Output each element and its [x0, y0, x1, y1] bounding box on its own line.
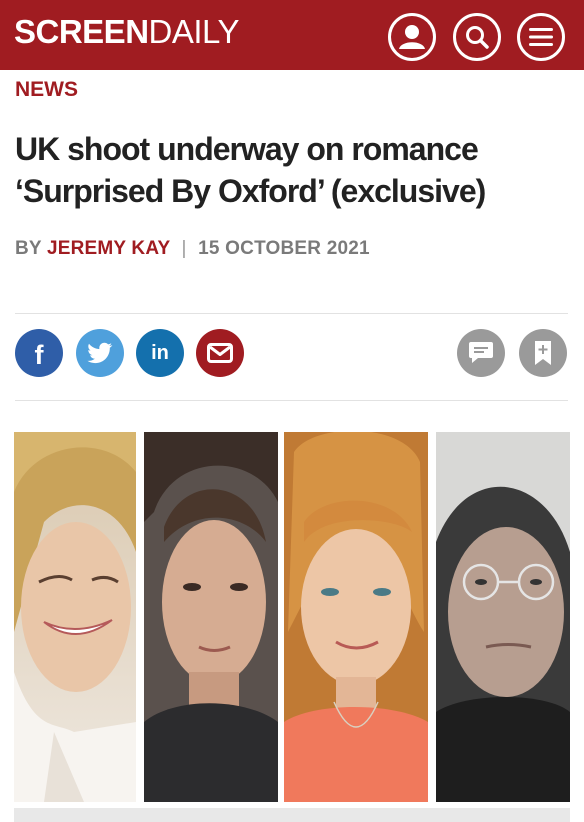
byline-separator: | — [181, 238, 187, 259]
email-icon — [207, 343, 233, 363]
share-linkedin-button[interactable]: in — [136, 329, 184, 377]
user-icon — [391, 16, 433, 58]
site-logo[interactable]: SCREENDAILY — [14, 12, 239, 52]
author-link[interactable]: JEREMY KAY — [47, 238, 170, 259]
byline-prefix: BY — [15, 238, 42, 259]
byline: BY JEREMY KAY | 15 OCTOBER 2021 — [15, 238, 370, 260]
search-icon — [466, 26, 489, 49]
share-facebook-button[interactable]: f — [15, 329, 63, 377]
cast-photo-1 — [14, 432, 136, 802]
bookmark-icon — [535, 341, 551, 365]
share-email-button[interactable] — [196, 329, 244, 377]
logo-light: DAILY — [148, 13, 240, 50]
divider-top — [15, 313, 568, 314]
account-button[interactable] — [388, 13, 436, 61]
section-label[interactable]: NEWS — [15, 78, 78, 102]
facebook-icon: f — [34, 339, 44, 370]
logo-bold: SCREEN — [14, 13, 149, 50]
bookmark-button[interactable] — [519, 329, 567, 377]
cast-photo-3 — [284, 432, 428, 802]
caption-strip — [14, 808, 570, 822]
publish-date: 15 OCTOBER 2021 — [198, 238, 370, 259]
twitter-icon — [87, 342, 113, 364]
article-headline: UK shoot underway on romance ‘Surprised … — [15, 131, 486, 209]
cast-photo-2 — [144, 432, 278, 802]
comment-icon — [469, 342, 493, 363]
linkedin-icon: in — [151, 342, 169, 364]
comments-button[interactable] — [457, 329, 505, 377]
share-twitter-button[interactable] — [76, 329, 124, 377]
cast-photo-4 — [436, 432, 570, 802]
menu-button[interactable] — [517, 13, 565, 61]
search-button[interactable] — [453, 13, 501, 61]
divider-bottom — [15, 400, 568, 401]
site-header: SCREENDAILY — [0, 0, 584, 70]
menu-icon — [529, 28, 553, 46]
